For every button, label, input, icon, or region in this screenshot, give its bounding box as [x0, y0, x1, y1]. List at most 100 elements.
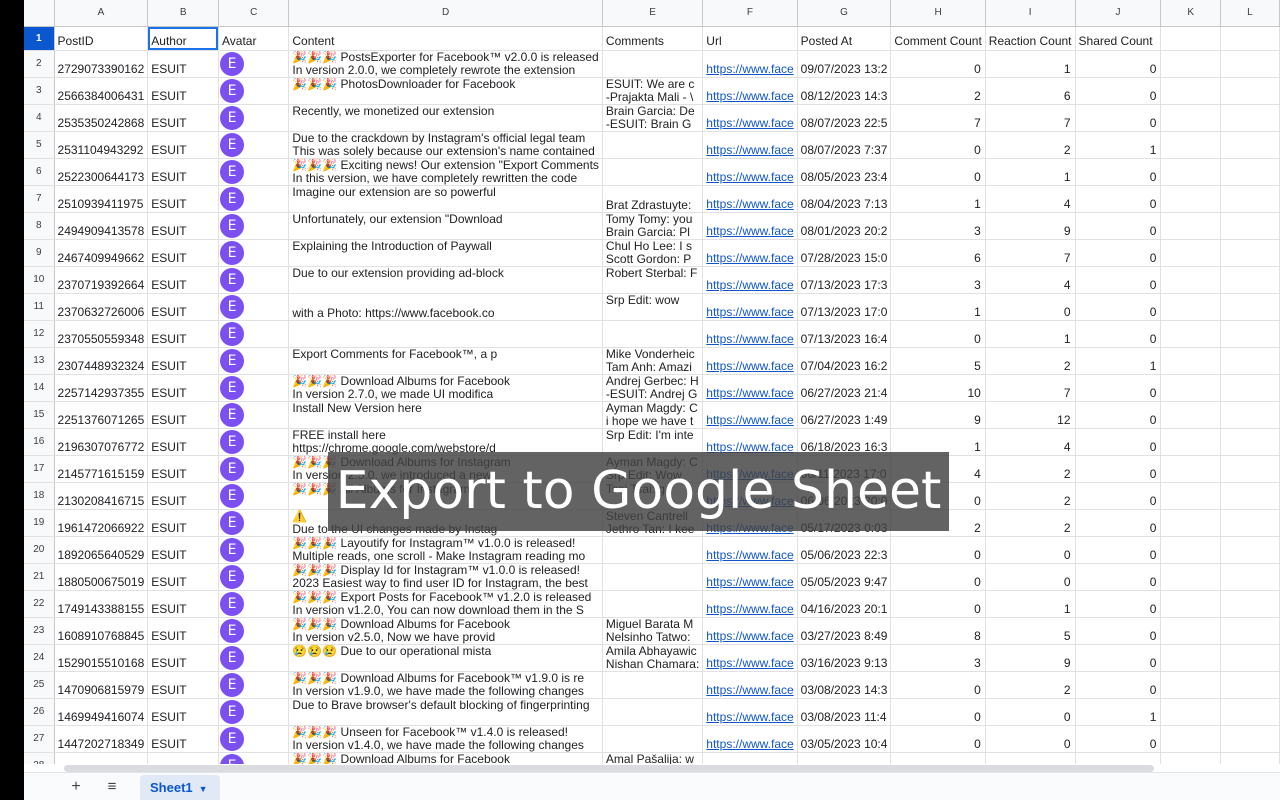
post-link[interactable]: https://www.face	[706, 332, 793, 346]
reaction-count-cell[interactable]: 7	[985, 104, 1076, 132]
content-cell[interactable]: 🎉🎉🎉 Download Albums for Facebook In vers…	[288, 617, 603, 645]
author-cell[interactable]: ESUIT	[147, 671, 220, 699]
empty-cell[interactable]	[1160, 239, 1221, 267]
comments-cell[interactable]: Ayman Magdy: C i hope we have t	[602, 401, 704, 429]
posted-at-cell[interactable]: 07/13/2023 17:0	[797, 293, 892, 321]
post-link[interactable]: https://www.face	[706, 359, 793, 373]
url-cell[interactable]: https://www.face	[702, 617, 798, 645]
header-cell[interactable]	[1220, 26, 1280, 51]
empty-cell[interactable]	[1160, 104, 1221, 132]
row-number[interactable]: 6	[24, 158, 55, 186]
post-id-cell[interactable]: 2729073390162	[54, 50, 149, 78]
shared-count-cell[interactable]: 0	[1075, 104, 1162, 132]
author-cell[interactable]: ESUIT	[147, 320, 220, 348]
url-cell[interactable]: https://www.face	[702, 239, 798, 267]
sheet-tab[interactable]: Sheet1 ▼	[140, 775, 220, 800]
avatar-cell[interactable]: E	[218, 536, 290, 564]
comment-count-cell[interactable]: 1	[890, 185, 986, 213]
posted-at-cell[interactable]: 03/08/2023 11:4	[797, 698, 892, 726]
content-cell[interactable]: 😢😢😢 Due to our operational mista	[288, 644, 603, 672]
post-id-cell[interactable]: 2494909413578	[54, 212, 149, 240]
empty-cell[interactable]	[1160, 374, 1221, 402]
row-number[interactable]: 23	[24, 617, 55, 645]
empty-cell[interactable]	[1160, 455, 1221, 483]
reaction-count-cell[interactable]: 0	[985, 698, 1076, 726]
shared-count-cell[interactable]: 0	[1075, 671, 1162, 699]
reaction-count-cell[interactable]: 2	[985, 482, 1076, 510]
empty-cell[interactable]	[1220, 104, 1280, 132]
author-cell[interactable]: ESUIT	[147, 212, 220, 240]
author-cell[interactable]: ESUIT	[147, 617, 220, 645]
post-id-cell[interactable]: 1749143388155	[54, 590, 149, 618]
reaction-count-cell[interactable]: 7	[985, 239, 1076, 267]
content-cell[interactable]: Export Comments for Facebook™, a p	[288, 347, 603, 375]
author-cell[interactable]: ESUIT	[147, 455, 220, 483]
shared-count-cell[interactable]: 0	[1075, 482, 1162, 510]
author-cell[interactable]: ESUIT	[147, 158, 220, 186]
row-number[interactable]: 21	[24, 563, 55, 591]
avatar-cell[interactable]: E	[218, 563, 290, 591]
row-number[interactable]: 5	[24, 131, 55, 159]
author-cell[interactable]: ESUIT	[147, 185, 220, 213]
author-cell[interactable]: ESUIT	[147, 77, 220, 105]
posted-at-cell[interactable]: 03/05/2023 10:4	[797, 725, 892, 753]
empty-cell[interactable]	[1160, 428, 1221, 456]
content-cell[interactable]: 🎉🎉🎉 Download Albums for Facebook In vers…	[288, 752, 603, 764]
avatar-cell[interactable]: E	[218, 50, 290, 78]
empty-cell[interactable]	[1160, 590, 1221, 618]
post-link[interactable]: https://www.face	[706, 386, 793, 400]
url-cell[interactable]: https://www.face	[702, 590, 798, 618]
content-cell[interactable]: 🎉🎉🎉 Download Albums for Facebook In vers…	[288, 374, 603, 402]
shared-count-cell[interactable]: 0	[1075, 455, 1162, 483]
row-number[interactable]: 9	[24, 239, 55, 267]
caret-down-icon[interactable]: ▼	[199, 784, 208, 794]
author-cell[interactable]: ESUIT	[147, 752, 220, 764]
comments-cell[interactable]: Brain Garcia: De -ESUIT: Brain G	[602, 104, 704, 132]
header-cell[interactable]: Comment Count	[890, 26, 986, 51]
row-number[interactable]: 28	[24, 752, 55, 764]
content-cell[interactable]: Due to Brave browser's default blocking …	[288, 698, 603, 726]
row-number[interactable]: 22	[24, 590, 55, 618]
posted-at-cell[interactable]: 06/27/2023 21:4	[797, 374, 892, 402]
empty-cell[interactable]	[1220, 347, 1280, 375]
avatar-cell[interactable]: E	[218, 671, 290, 699]
row-number[interactable]: 20	[24, 536, 55, 564]
select-all-corner[interactable]	[24, 0, 55, 27]
post-id-cell[interactable]: 2535350242868	[54, 104, 149, 132]
comments-cell[interactable]: Amila Abhayawic Nishan Chamara:	[602, 644, 704, 672]
content-cell[interactable]: 🎉🎉🎉 Export Posts for Facebook™ v1.2.0 is…	[288, 590, 603, 618]
reaction-count-cell[interactable]: 2	[985, 455, 1076, 483]
post-id-cell[interactable]: 2251376071265	[54, 401, 149, 429]
author-cell[interactable]: ESUIT	[147, 104, 220, 132]
row-number[interactable]: 14	[24, 374, 55, 402]
avatar-cell[interactable]: E	[218, 293, 290, 321]
empty-cell[interactable]	[1160, 212, 1221, 240]
avatar-cell[interactable]: E	[218, 401, 290, 429]
shared-count-cell[interactable]: 0	[1075, 266, 1162, 294]
comments-cell[interactable]	[602, 320, 704, 348]
post-link[interactable]: https://www.face	[706, 251, 793, 265]
post-id-cell[interactable]: 2531104943292	[54, 131, 149, 159]
author-cell[interactable]: ESUIT	[147, 239, 220, 267]
content-cell[interactable]	[288, 320, 603, 348]
empty-cell[interactable]	[1220, 239, 1280, 267]
post-link[interactable]: https://www.face	[706, 575, 793, 589]
comments-cell[interactable]	[602, 698, 704, 726]
reaction-count-cell[interactable]: 1	[985, 590, 1076, 618]
post-id-cell[interactable]: 2145771615159	[54, 455, 149, 483]
post-id-cell[interactable]: 2566384006431	[54, 77, 149, 105]
content-cell[interactable]: 🎉🎉🎉 Download Albums for Facebook™ v1.9.0…	[288, 671, 603, 699]
comment-count-cell[interactable]: 0	[890, 563, 986, 591]
comment-count-cell[interactable]: 0	[890, 590, 986, 618]
row-number[interactable]: 10	[24, 266, 55, 294]
comment-count-cell[interactable]: 1	[890, 428, 986, 456]
avatar-cell[interactable]: E	[218, 698, 290, 726]
empty-cell[interactable]	[1220, 77, 1280, 105]
comment-count-cell[interactable]: 0	[890, 671, 986, 699]
shared-count-cell[interactable]: 0	[1075, 644, 1162, 672]
avatar-cell[interactable]: E	[218, 185, 290, 213]
empty-cell[interactable]	[1160, 320, 1221, 348]
post-link[interactable]: https://www.face	[706, 116, 793, 130]
row-number[interactable]: 26	[24, 698, 55, 726]
reaction-count-cell[interactable]: 3	[985, 752, 1076, 764]
